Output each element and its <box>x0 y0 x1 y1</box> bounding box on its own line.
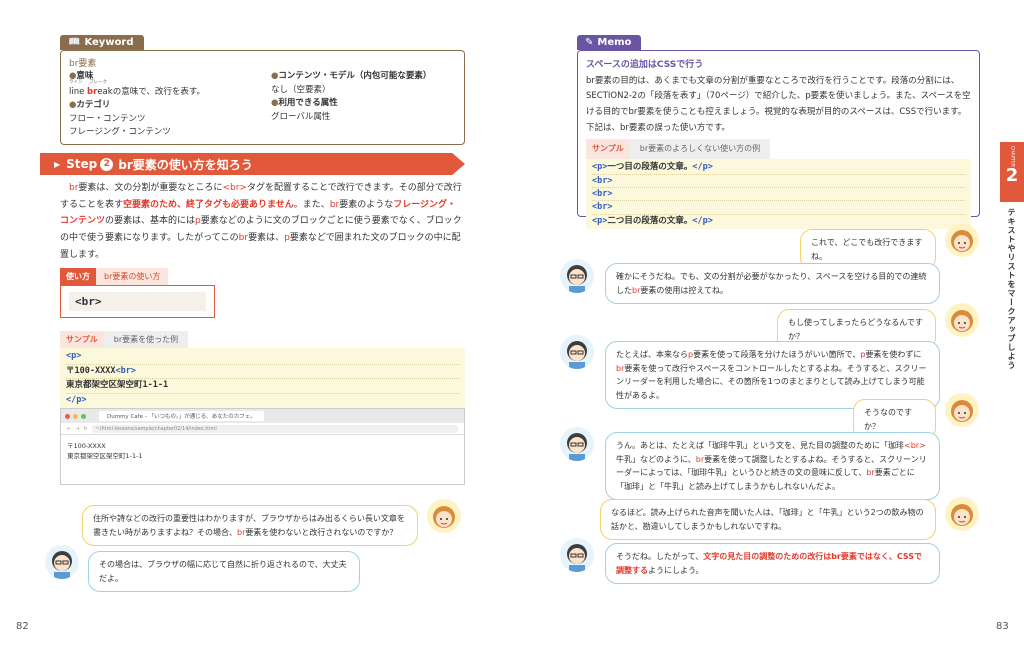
browser-content: 〒100-XXXX 東京都架空区架空町1-1-1 <box>61 435 464 468</box>
minimize-dot-icon <box>73 413 78 419</box>
content-model-value: なし（空要素） <box>271 84 331 95</box>
memo-title: スペースの追加はCSSで行う <box>586 60 704 70</box>
man-avatar <box>560 538 594 572</box>
dialog-bubble: その場合は、ブラウザの幅に応じて自然に折り返されるので、大丈夫だよ。 <box>88 551 360 593</box>
dialog-bubble: 確かにそうだね。でも、文の分割が必要がなかったり、スペースを空ける目的での連続し… <box>605 263 940 305</box>
step-label: Step <box>66 157 98 171</box>
ruby-break: ブレーク <box>89 79 107 85</box>
meaning-text: line breakの意味で、改行を表す。 <box>69 86 206 97</box>
browser-titlebar: Dummy Cafe - 「いつもの。」が通じる、あなたのカフェ。 <box>61 409 464 423</box>
browser-screenshot: Dummy Cafe - 「いつもの。」が通じる、あなたのカフェ。 ← → ↻ … <box>60 408 465 485</box>
maximize-dot-icon <box>81 413 86 419</box>
attrs-value: グローバル属性 <box>271 111 331 122</box>
sample-code: <p> 〒100-XXXX<br> 東京都架空区架空町1-1-1 </p> <box>60 348 465 410</box>
category-1: フロー・コンテンツ <box>69 113 146 124</box>
ruby-line: ライン <box>69 79 83 85</box>
sample-code: <p>一つ目の段落の文章。</p> <br> <br> <br> <p>二つ目の… <box>586 159 971 229</box>
category-label: カテゴリ <box>76 100 111 111</box>
browser-urlbar: ← → ↻ ~/html-lessons/sample/chapter02/14… <box>61 423 464 435</box>
step-title: br要素の使い方を知ろう <box>118 157 253 172</box>
back-icon: ← <box>67 425 72 432</box>
code-line: 東京都架空区架空町1-1-1 <box>66 379 459 394</box>
memo-text: br要素の目的は、あくまでも文章の分割が重要なところで改行を行うことです。段落の… <box>586 75 971 133</box>
sample-section: サンプル br要素を使った例 <p> 〒100-XXXX<br> 東京都架空区架… <box>60 331 465 410</box>
close-dot-icon <box>65 413 70 419</box>
dialog-bubble: うん。あとは、たとえば「珈琲牛乳」という文を、見た目の調整のために「珈琲<br>… <box>605 432 940 501</box>
code-line: <br> <box>592 188 965 202</box>
chapter-tab: CHAPTER 2 <box>1000 142 1024 202</box>
memo-box: スペースの追加はCSSで行う br要素の目的は、あくまでも文章の分割が重要なとこ… <box>577 50 980 229</box>
girl-avatar <box>945 393 979 427</box>
sample-subtitle: br要素を使った例 <box>103 331 189 348</box>
memo-tag: ✎ Memo <box>577 35 642 50</box>
usage-box: <br> <box>60 285 215 318</box>
forward-icon: → <box>75 425 80 432</box>
code-line: <br> <box>592 201 965 215</box>
keyword-box: br要素 ●意味 ライン ブレーク line breakの意味で、改行を表す。 … <box>60 50 465 145</box>
sample-tag: サンプル <box>586 138 630 160</box>
code-line: <p> <box>66 350 459 365</box>
triangle-icon: ▶ <box>54 159 61 169</box>
page-number: 83 <box>996 621 1009 632</box>
code-line: 〒100-XXXX<br> <box>66 365 459 380</box>
usage-section: 使い方 br要素の使い方 <br> <box>60 268 215 318</box>
code-line: <p>二つ目の段落の文章。</p> <box>592 215 713 226</box>
intro-paragraph: br要素は、文の分割が重要なところに<br>タグを配置することで改行できます。そ… <box>60 183 462 260</box>
step-banner: ▶ Step 2 br要素の使い方を知ろう <box>40 153 465 175</box>
browser-line: 〒100-XXXX <box>67 442 106 450</box>
book-icon: 📖 <box>68 37 81 48</box>
category-2: フレージング・コンテンツ <box>69 127 171 138</box>
keyword-tag: 📖 Keyword <box>60 35 144 50</box>
memo-section: ✎ Memo スペースの追加はCSSで行う br要素の目的は、あくまでも文章の分… <box>577 30 980 229</box>
man-avatar <box>560 335 594 369</box>
browser-line: 東京都架空区架空町1-1-1 <box>67 452 143 461</box>
man-avatar <box>45 545 79 579</box>
reload-icon: ↻ <box>83 425 88 432</box>
sample-subtitle: br要素のよろしくない使い方の例 <box>629 138 771 160</box>
browser-tab: Dummy Cafe - 「いつもの。」が通じる、あなたのカフェ。 <box>99 411 264 421</box>
chapter-number: 2 <box>1005 165 1019 187</box>
dialog-bubble: そうだね。したがって、文字の見た目の調整のための改行はbr要素ではなく、CSSで… <box>605 543 940 585</box>
girl-avatar <box>945 497 979 531</box>
dialog-bubble: なるほど。読み上げられた音声を聞いた人は、「珈琲」と「牛乳」という2つの飲み物の… <box>600 499 936 541</box>
usage-tag: 使い方 <box>60 268 96 285</box>
code-line: <br> <box>592 175 965 188</box>
girl-avatar <box>945 223 979 257</box>
usage-code: <br> <box>69 292 206 311</box>
page-number: 82 <box>16 621 29 632</box>
girl-avatar <box>427 499 461 533</box>
pencil-icon: ✎ <box>585 37 594 48</box>
man-avatar <box>560 427 594 461</box>
url-field: ~/html-lessons/sample/chapter02/14/index… <box>91 424 458 433</box>
chapter-title: テキストやリストをマークアップしよう <box>1007 208 1016 370</box>
chapter-label: CHAPTER <box>1009 146 1015 168</box>
girl-avatar <box>945 303 979 337</box>
code-line: <p>一つ目の段落の文章。</p> <box>592 161 965 175</box>
keyword-section: 📖 Keyword br要素 ●意味 ライン ブレーク line breakの意… <box>60 30 465 145</box>
usage-subtitle: br要素の使い方 <box>96 268 169 285</box>
dialog-bubble: 住所や詩などの改行の重要性はわかりますが、ブラウザからはみ出るくらい長い文章を書… <box>82 505 418 547</box>
content-model-label: コンテンツ・モデル（内包可能な要素） <box>278 71 432 81</box>
code-line: </p> <box>66 394 87 405</box>
attrs-label: 利用できる属性 <box>278 98 338 109</box>
step-number: 2 <box>100 157 114 171</box>
man-avatar <box>560 259 594 293</box>
sample-tag: サンプル <box>60 331 104 348</box>
